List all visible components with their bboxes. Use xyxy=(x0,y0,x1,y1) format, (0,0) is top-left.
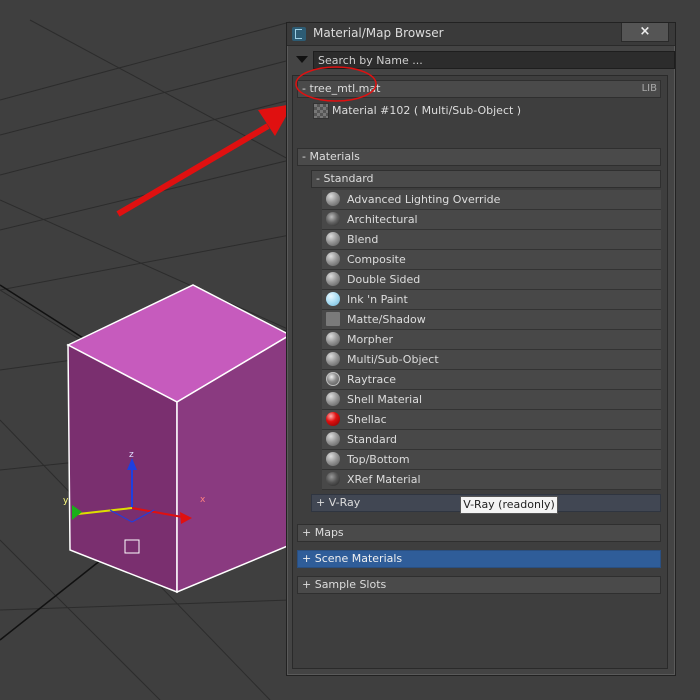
material-item-top-bottom[interactable]: Top/Bottom xyxy=(322,450,661,470)
list-item-label: Top/Bottom xyxy=(347,453,410,466)
window-title: Material/Map Browser xyxy=(313,26,444,40)
material-item-standard[interactable]: Standard xyxy=(322,430,661,450)
list-item-label: Shellac xyxy=(347,413,387,426)
pink-cube[interactable] xyxy=(66,284,292,594)
material-item-raytrace[interactable]: Raytrace xyxy=(322,370,661,390)
material-item-matte-shadow[interactable]: Matte/Shadow xyxy=(322,310,661,330)
material-item-architectural[interactable]: Architectural xyxy=(322,210,661,230)
annotation-ellipse xyxy=(295,66,377,102)
list-item-label: Double Sided xyxy=(347,273,421,286)
matte-swatch-icon xyxy=(326,312,340,326)
shellac-red-sphere-icon xyxy=(326,412,340,426)
material-item-blend[interactable]: Blend xyxy=(322,230,661,250)
close-button[interactable]: × xyxy=(621,23,669,42)
list-item-label: Standard xyxy=(347,433,398,446)
material-item-advanced-lighting-override[interactable]: Advanced Lighting Override xyxy=(322,190,661,210)
material-item-composite[interactable]: Composite xyxy=(322,250,661,270)
architectural-sphere-icon xyxy=(326,212,340,226)
materials-group-label: - Materials xyxy=(302,150,360,163)
list-item-label: Ink 'n Paint xyxy=(347,293,408,306)
sphere-icon xyxy=(326,192,340,206)
sphere-icon xyxy=(326,252,340,266)
material-item-multi-sub-object[interactable]: Multi/Sub-Object xyxy=(322,350,661,370)
sample-slots-group-header[interactable]: + Sample Slots xyxy=(297,576,661,594)
list-item-label: Multi/Sub-Object xyxy=(347,353,439,366)
standard-group-header[interactable]: - Standard xyxy=(311,170,661,188)
raytrace-sphere-icon xyxy=(326,372,340,386)
list-item-label: Shell Material xyxy=(347,393,423,406)
list-item-label: Architectural xyxy=(347,213,418,226)
material-item-morpher[interactable]: Morpher xyxy=(322,330,661,350)
material-map-browser-window[interactable]: Material/Map Browser × - tree_mtl.mat LI… xyxy=(286,22,676,676)
browser-tree-panel[interactable]: - tree_mtl.mat LIB Material #102 ( Multi… xyxy=(292,75,668,669)
list-item-label: Advanced Lighting Override xyxy=(347,193,501,206)
axis-label-y: y xyxy=(63,496,69,506)
sphere-icon xyxy=(326,352,340,366)
standard-group-label: - Standard xyxy=(316,172,374,185)
ink-paint-sphere-icon xyxy=(326,292,340,306)
list-item-label: Matte/Shadow xyxy=(347,313,426,326)
material-item-shellac[interactable]: Shellac xyxy=(322,410,661,430)
list-item-label: Raytrace xyxy=(347,373,397,386)
sphere-icon xyxy=(326,332,340,346)
list-item-label: Morpher xyxy=(347,333,393,346)
list-item-label: XRef Material xyxy=(347,473,421,486)
list-item-label: Composite xyxy=(347,253,406,266)
title-bar[interactable]: Material/Map Browser × xyxy=(287,23,675,46)
axis-label-x: x xyxy=(200,495,206,505)
sphere-icon xyxy=(326,452,340,466)
sphere-icon xyxy=(326,392,340,406)
scene-materials-group-header[interactable]: + Scene Materials xyxy=(297,550,661,568)
material-item-double-sided[interactable]: Double Sided xyxy=(322,270,661,290)
materials-group-header[interactable]: - Materials xyxy=(297,148,661,166)
material-item-xref-material[interactable]: XRef Material xyxy=(322,470,661,490)
app-icon xyxy=(292,27,306,41)
vray-group-label: + V-Ray xyxy=(316,496,361,509)
library-tag: LIB xyxy=(641,83,657,94)
material-item-shell-material[interactable]: Shell Material xyxy=(322,390,661,410)
xref-sphere-icon xyxy=(326,472,340,486)
vray-tooltip: V-Ray (readonly) xyxy=(460,496,558,514)
sphere-icon xyxy=(326,232,340,246)
sphere-icon xyxy=(326,432,340,446)
sphere-icon xyxy=(326,272,340,286)
material-item-ink-n-paint[interactable]: Ink 'n Paint xyxy=(322,290,661,310)
maps-group-header[interactable]: + Maps xyxy=(297,524,661,542)
sample-slots-group-label: + Sample Slots xyxy=(302,578,387,591)
axis-label-z: z xyxy=(129,450,134,460)
list-item-label: Blend xyxy=(347,233,379,246)
material-type-list: Advanced Lighting Override Architectural… xyxy=(322,190,661,490)
maps-group-label: + Maps xyxy=(302,526,344,539)
scene-materials-group-label: + Scene Materials xyxy=(302,552,403,565)
